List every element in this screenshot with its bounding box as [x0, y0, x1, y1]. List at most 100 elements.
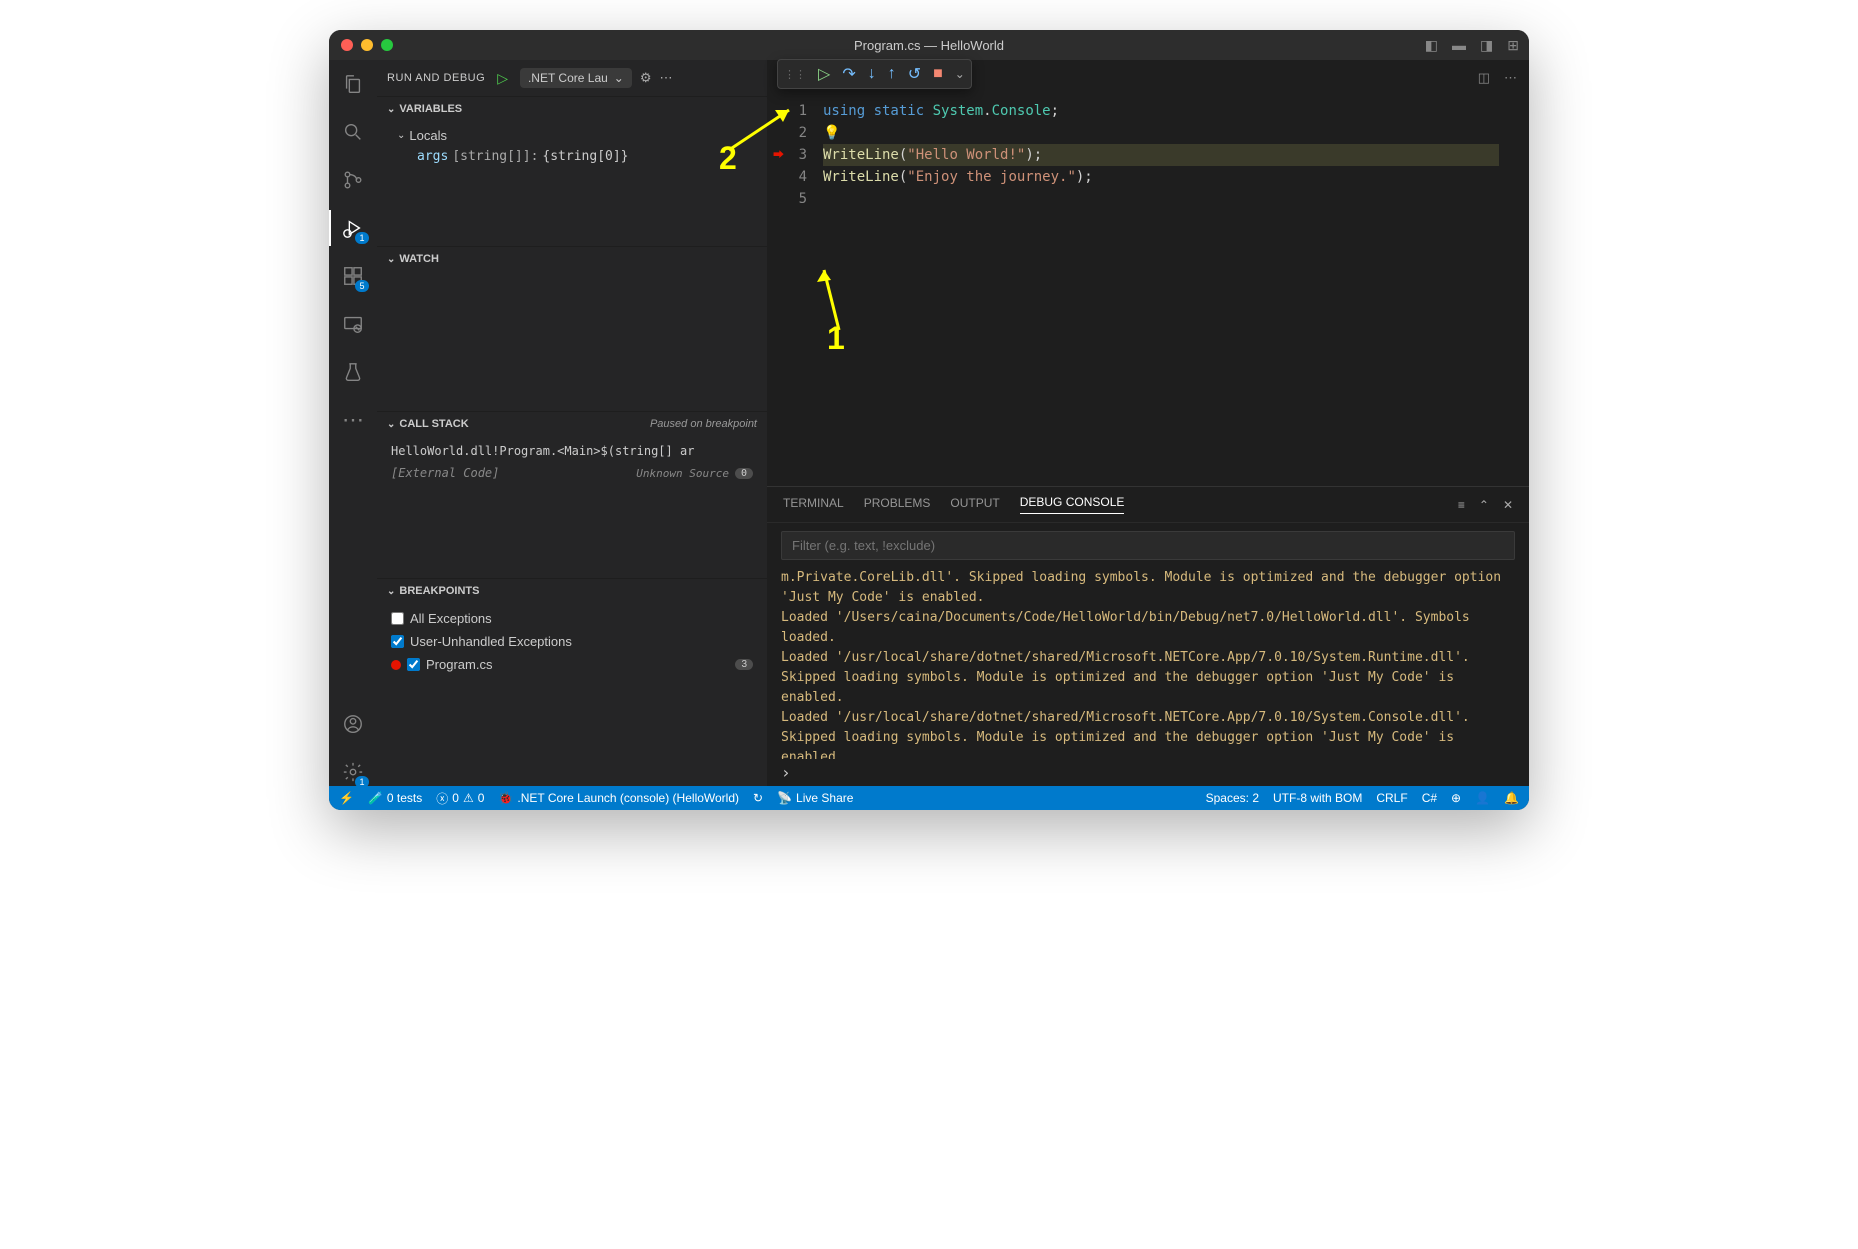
breakpoint-user-exceptions[interactable]: User-Unhandled Exceptions: [377, 630, 767, 653]
chevron-down-icon: ⌄: [387, 586, 395, 597]
clear-console-icon[interactable]: ≡: [1458, 498, 1465, 512]
console-line: Loaded '/usr/local/share/dotnet/shared/M…: [781, 648, 1515, 708]
status-errors[interactable]: ⓧ 0 ⚠ 0: [436, 790, 484, 807]
restart-button[interactable]: ↺: [908, 64, 921, 84]
drag-handle-icon[interactable]: ⋮⋮: [784, 68, 806, 81]
settings-badge: 1: [355, 776, 369, 788]
search-icon[interactable]: [339, 118, 367, 146]
stack-frame-external[interactable]: [External Code] Unknown Source 0: [377, 462, 767, 484]
breakpoint-checkbox[interactable]: [407, 658, 420, 671]
vscode-window: Program.cs — HelloWorld ◧ ▬ ◨ ⊞ 1 5 ⋯ 1 …: [329, 30, 1529, 810]
titlebar: Program.cs — HelloWorld ◧ ▬ ◨ ⊞: [329, 30, 1529, 60]
debug-toolbar[interactable]: ⋮⋮ ▷ ↷ ↓ ↑ ↺ ■ ⌄: [777, 59, 972, 89]
status-live-share[interactable]: 📡 Live Share: [777, 791, 853, 805]
console-prompt[interactable]: ›: [767, 759, 1529, 786]
run-debug-icon[interactable]: 1: [339, 214, 367, 242]
paused-status: Paused on breakpoint: [650, 418, 757, 430]
locals-scope[interactable]: ⌄Locals: [377, 125, 767, 146]
watch-header[interactable]: ⌄WATCH: [377, 247, 767, 271]
window-title: Program.cs — HelloWorld: [854, 38, 1004, 53]
variables-header[interactable]: ⌄VARIABLES: [377, 97, 767, 121]
status-sync-icon[interactable]: ↻: [753, 791, 763, 805]
status-feedback-icon[interactable]: 👤: [1475, 791, 1490, 805]
tab-debug-console[interactable]: DEBUG CONSOLE: [1020, 495, 1125, 514]
settings-gear-icon[interactable]: 1: [339, 758, 367, 786]
callstack-header[interactable]: ⌄CALL STACKPaused on breakpoint: [377, 412, 767, 436]
editor-area: ⋮⋮ ▷ ↷ ↓ ↑ ↺ ■ ⌄ C# Program.cs ◫ ⋯: [767, 60, 1529, 786]
testing-icon[interactable]: [339, 358, 367, 386]
frame-count-badge: 0: [735, 468, 753, 479]
continue-button[interactable]: ▷: [818, 64, 830, 84]
start-debug-button[interactable]: ▷: [493, 68, 512, 89]
breakpoint-all-exceptions[interactable]: All Exceptions: [377, 607, 767, 630]
debug-badge: 1: [355, 232, 369, 244]
extensions-badge: 5: [355, 280, 369, 292]
step-into-button[interactable]: ↓: [868, 65, 876, 83]
accounts-icon[interactable]: [339, 710, 367, 738]
status-spaces[interactable]: Spaces: 2: [1206, 791, 1259, 805]
status-eol[interactable]: CRLF: [1376, 791, 1407, 805]
lightbulb-icon[interactable]: 💡: [823, 122, 840, 144]
launch-config-select[interactable]: .NET Core Lau⌄: [520, 68, 632, 88]
tab-terminal[interactable]: TERMINAL: [783, 496, 844, 514]
step-out-button[interactable]: ↑: [888, 65, 896, 83]
editor-more-icon[interactable]: ⋯: [1504, 70, 1517, 86]
chevron-down-icon: ⌄: [387, 104, 395, 115]
sidebar-title: RUN AND DEBUG: [387, 72, 485, 84]
layout-secondary-side-icon[interactable]: ◨: [1480, 37, 1493, 54]
minimize-window-button[interactable]: [361, 39, 373, 51]
tab-problems[interactable]: PROBLEMS: [864, 496, 931, 514]
variable-row[interactable]: args [string[]]: {string[0]}: [377, 146, 767, 167]
console-filter-input[interactable]: [781, 531, 1515, 560]
traffic-lights: [329, 39, 393, 51]
breakpoint-item[interactable]: Program.cs3: [377, 653, 767, 676]
source-control-icon[interactable]: [339, 166, 367, 194]
activity-bar: 1 5 ⋯ 1: [329, 60, 377, 786]
chevron-down-icon: ⌄: [614, 71, 624, 85]
current-execution-line: WriteLine("Hello World!");: [823, 144, 1499, 166]
status-tests[interactable]: 🧪 0 tests: [368, 791, 422, 805]
stop-button[interactable]: ■: [933, 65, 943, 83]
maximize-window-button[interactable]: [381, 39, 393, 51]
explorer-icon[interactable]: [339, 70, 367, 98]
code-editor[interactable]: 1 2 ⮕3 4 5 using static System.Console; …: [767, 96, 1529, 486]
minimap[interactable]: [1499, 96, 1529, 486]
current-line-indicator-icon: ⮕: [773, 144, 784, 166]
more-icon[interactable]: ⋯: [339, 406, 367, 434]
layout-primary-side-icon[interactable]: ◧: [1425, 37, 1438, 54]
layout-customize-icon[interactable]: ⊞: [1507, 37, 1519, 54]
console-line: Loaded '/Users/caina/Documents/Code/Hell…: [781, 608, 1515, 648]
user-exceptions-checkbox[interactable]: [391, 635, 404, 648]
status-debug-launch[interactable]: 🐞 .NET Core Launch (console) (HelloWorld…: [498, 791, 739, 805]
tab-output[interactable]: OUTPUT: [950, 496, 999, 514]
stack-frame[interactable]: HelloWorld.dll!Program.<Main>$(string[] …: [377, 440, 767, 462]
breakpoints-header[interactable]: ⌄BREAKPOINTS: [377, 579, 767, 603]
debug-more-icon[interactable]: ⌄: [955, 67, 965, 81]
line-gutter[interactable]: 1 2 ⮕3 4 5: [767, 96, 823, 486]
close-window-button[interactable]: [341, 39, 353, 51]
launch-settings-icon[interactable]: ⚙: [640, 70, 652, 86]
status-notifications-icon[interactable]: 🔔: [1504, 791, 1519, 805]
status-copilot-icon[interactable]: ⊕: [1451, 791, 1461, 805]
status-remote-icon[interactable]: ⚡: [339, 791, 354, 805]
breakpoint-dot-icon: [391, 660, 401, 670]
chevron-down-icon: ⌄: [387, 419, 395, 430]
bottom-panel: TERMINAL PROBLEMS OUTPUT DEBUG CONSOLE ≡…: [767, 486, 1529, 786]
sidebar-more-icon[interactable]: ⋯: [660, 70, 673, 86]
collapse-panel-icon[interactable]: ⌃: [1479, 498, 1489, 512]
close-panel-icon[interactable]: ✕: [1503, 498, 1513, 512]
all-exceptions-checkbox[interactable]: [391, 612, 404, 625]
console-line: Loaded '/usr/local/share/dotnet/shared/M…: [781, 708, 1515, 759]
debug-sidebar: RUN AND DEBUG ▷ .NET Core Lau⌄ ⚙ ⋯ ⌄VARI…: [377, 60, 767, 786]
extensions-icon[interactable]: 5: [339, 262, 367, 290]
status-bar: ⚡ 🧪 0 tests ⓧ 0 ⚠ 0 🐞 .NET Core Launch (…: [329, 786, 1529, 810]
console-line: m.Private.CoreLib.dll'. Skipped loading …: [781, 568, 1515, 608]
step-over-button[interactable]: ↷: [842, 64, 855, 84]
status-encoding[interactable]: UTF-8 with BOM: [1273, 791, 1362, 805]
remote-icon[interactable]: [339, 310, 367, 338]
debug-console-output[interactable]: m.Private.CoreLib.dll'. Skipped loading …: [767, 568, 1529, 759]
layout-panel-icon[interactable]: ▬: [1452, 37, 1466, 54]
chevron-down-icon: ⌄: [387, 254, 395, 265]
split-editor-icon[interactable]: ◫: [1478, 70, 1490, 86]
status-language[interactable]: C#: [1422, 791, 1437, 805]
